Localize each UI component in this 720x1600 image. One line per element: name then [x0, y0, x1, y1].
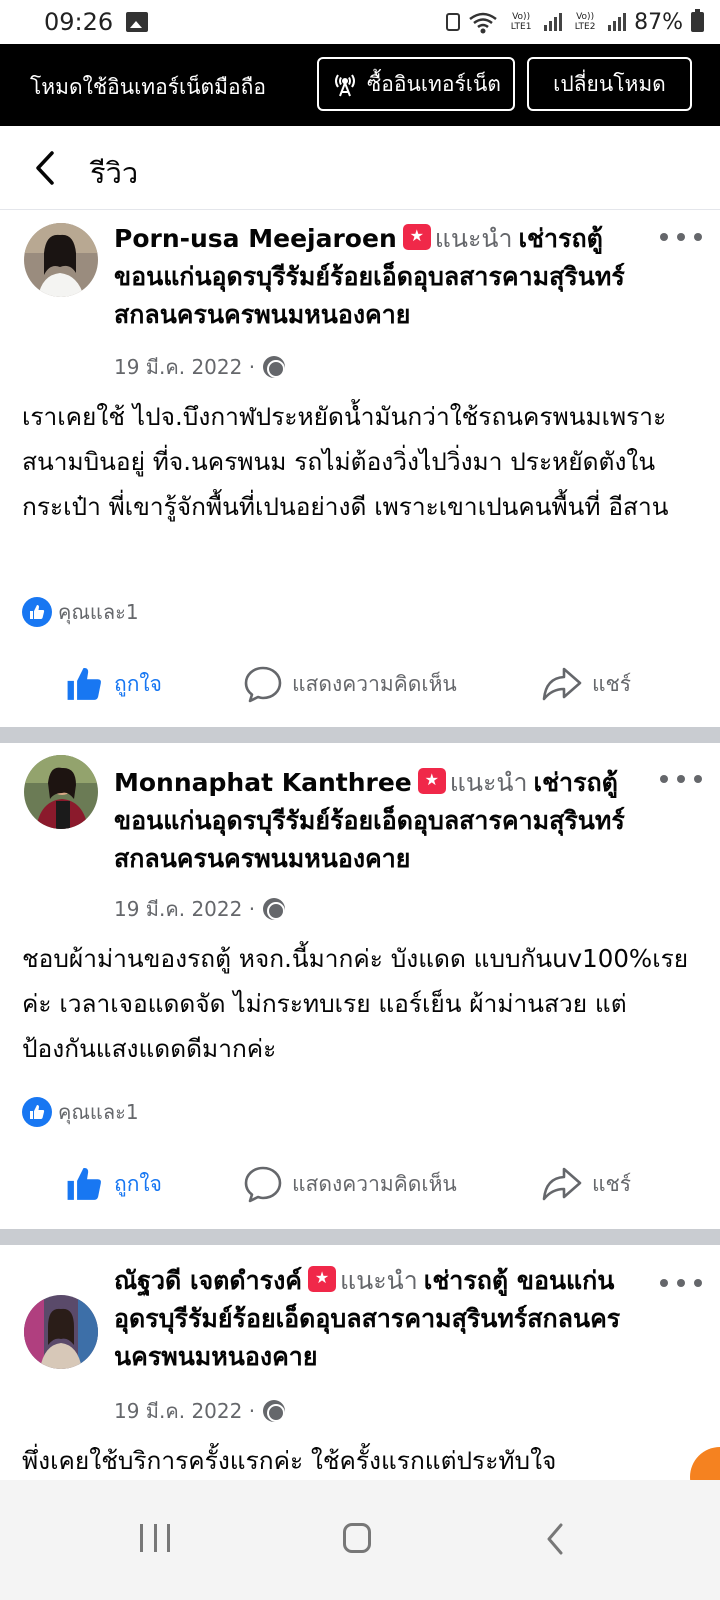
- avatar[interactable]: [24, 1295, 98, 1369]
- more-options-icon[interactable]: [660, 769, 702, 789]
- share-button[interactable]: แชร์: [542, 659, 631, 709]
- avatar[interactable]: [24, 755, 98, 829]
- like-reaction-icon: [22, 597, 52, 627]
- review-separator: [0, 727, 720, 743]
- sim2-signal-icon: [608, 13, 627, 31]
- review-meta: 19 มี.ค. 2022 ·: [114, 351, 286, 383]
- reviewer-name[interactable]: Porn-usa Meejaroen: [114, 224, 397, 253]
- recent-apps-icon[interactable]: [140, 1524, 170, 1554]
- comment-bubble-icon: [244, 666, 282, 703]
- page-header: รีวิว: [0, 126, 720, 210]
- sim1-label: Vo)) LTE1: [510, 12, 532, 32]
- share-label: แชร์: [592, 1171, 632, 1196]
- back-arrow-icon[interactable]: [28, 148, 68, 188]
- like-button[interactable]: ถูกใจ: [66, 659, 162, 709]
- reaction-count: คุณและ1: [58, 600, 139, 624]
- reaction-count: คุณและ1: [58, 1100, 139, 1124]
- status-bar: 09:26 Vo)) LTE1 Vo)) LTE2 87%: [0, 0, 720, 44]
- comment-label: แสดงความคิดเห็น: [292, 1171, 457, 1196]
- review-headline: Porn-usa Meejaroenแนะนำเช่ารถตู้ ขอนแก่น…: [114, 220, 634, 334]
- data-mode-banner: โหมดใช้อินเทอร์เน็ตมือถือ ซื้ออินเทอร์เน…: [0, 44, 720, 126]
- like-label: ถูกใจ: [114, 1171, 162, 1196]
- share-label: แชร์: [592, 671, 632, 696]
- thumbs-up-icon: [67, 668, 101, 700]
- sim1-signal-icon: [544, 13, 563, 31]
- reviewer-name[interactable]: ณัฐวดี เจตดำรงค์: [114, 1266, 302, 1295]
- review-meta: 19 มี.ค. 2022 ·: [114, 1395, 286, 1427]
- wifi-icon: [469, 12, 497, 34]
- share-arrow-icon: [542, 1167, 582, 1201]
- comment-button[interactable]: แสดงความคิดเห็น: [244, 659, 457, 709]
- nav-back-icon[interactable]: [540, 1520, 570, 1558]
- review-meta: 19 มี.ค. 2022 ·: [114, 893, 286, 925]
- buy-internet-button[interactable]: ซื้ออินเทอร์เน็ต: [317, 57, 515, 111]
- page-title: รีวิว: [90, 156, 139, 190]
- review-date[interactable]: 19 มี.ค. 2022 ·: [114, 1395, 255, 1427]
- battery-icon: [691, 9, 704, 32]
- comment-label: แสดงความคิดเห็น: [292, 671, 457, 696]
- globe-icon: [263, 1400, 286, 1422]
- system-navigation-bar: [0, 1480, 720, 1600]
- like-label: ถูกใจ: [114, 671, 162, 696]
- switch-mode-label: เปลี่ยนโหมด: [553, 71, 666, 96]
- battery-percent: 87%: [634, 9, 683, 35]
- recommends-label: แนะนำ: [449, 768, 528, 797]
- globe-icon: [263, 356, 286, 378]
- more-options-icon[interactable]: [660, 1273, 702, 1293]
- like-button[interactable]: ถูกใจ: [66, 1159, 162, 1209]
- thumbs-up-icon: [67, 1168, 101, 1200]
- review-card: Porn-usa Meejaroenแนะนำเช่ารถตู้ ขอนแก่น…: [0, 211, 720, 727]
- battery-saver-icon: [446, 13, 461, 31]
- status-time: 09:26: [44, 8, 114, 36]
- switch-mode-button[interactable]: เปลี่ยนโหมด: [527, 57, 692, 111]
- comment-bubble-icon: [244, 1166, 282, 1203]
- recommend-icon: [417, 768, 446, 794]
- review-text: ชอบผ้าม่านของรถตู้ หจก.นี้มากค่ะ บังแดด …: [22, 944, 689, 1063]
- home-icon[interactable]: [343, 1523, 371, 1553]
- comment-button[interactable]: แสดงความคิดเห็น: [244, 1159, 457, 1209]
- review-text: เราเคยใช้ ไปจ.บึงกาฬประหยัดน้ำมันกว่าใช้…: [22, 402, 669, 521]
- gallery-notification-icon: [126, 12, 148, 32]
- broadcast-icon: [335, 74, 356, 97]
- share-button[interactable]: แชร์: [542, 1159, 631, 1209]
- recommend-icon: [402, 224, 431, 250]
- review-card: ณัฐวดี เจตดำรงค์แนะนำเช่ารถตู้ ขอนแก่นอุ…: [0, 1245, 720, 1480]
- review-text: พึ่งเคยใช้บริการครั้งแรกค่ะ ใช้ครั้งแรกแ…: [22, 1446, 557, 1475]
- review-separator: [0, 1229, 720, 1245]
- review-date[interactable]: 19 มี.ค. 2022 ·: [114, 351, 255, 383]
- action-bar: ถูกใจ แสดงความคิดเห็น แชร์: [0, 1159, 720, 1209]
- like-reaction-icon: [22, 1097, 52, 1127]
- review-card: Monnaphat Kanthreeแนะนำเช่ารถตู้ ขอนแก่น…: [0, 743, 720, 1229]
- review-headline: Monnaphat Kanthreeแนะนำเช่ารถตู้ ขอนแก่น…: [114, 764, 634, 878]
- review-headline: ณัฐวดี เจตดำรงค์แนะนำเช่ารถตู้ ขอนแก่นอุ…: [114, 1262, 634, 1376]
- recommends-label: แนะนำ: [340, 1266, 418, 1295]
- status-indicators: Vo)) LTE1 Vo)) LTE2 87%: [446, 6, 704, 38]
- more-options-icon[interactable]: [660, 227, 702, 247]
- recommend-icon: [308, 1266, 337, 1292]
- review-date[interactable]: 19 มี.ค. 2022 ·: [114, 893, 255, 925]
- sim2-label: Vo)) LTE2: [574, 12, 596, 32]
- reaction-summary[interactable]: คุณและ1: [22, 1096, 139, 1128]
- mode-label: โหมดใช้อินเทอร์เน็ตมือถือ: [30, 75, 266, 99]
- reaction-summary[interactable]: คุณและ1: [22, 596, 139, 628]
- action-bar: ถูกใจ แสดงความคิดเห็น แชร์: [0, 659, 720, 709]
- globe-icon: [263, 898, 286, 920]
- buy-internet-label: ซื้ออินเทอร์เน็ต: [367, 71, 501, 96]
- recommends-label: แนะนำ: [434, 224, 513, 253]
- reviewer-name[interactable]: Monnaphat Kanthree: [114, 768, 412, 797]
- share-arrow-icon: [542, 667, 582, 701]
- avatar[interactable]: [24, 223, 98, 297]
